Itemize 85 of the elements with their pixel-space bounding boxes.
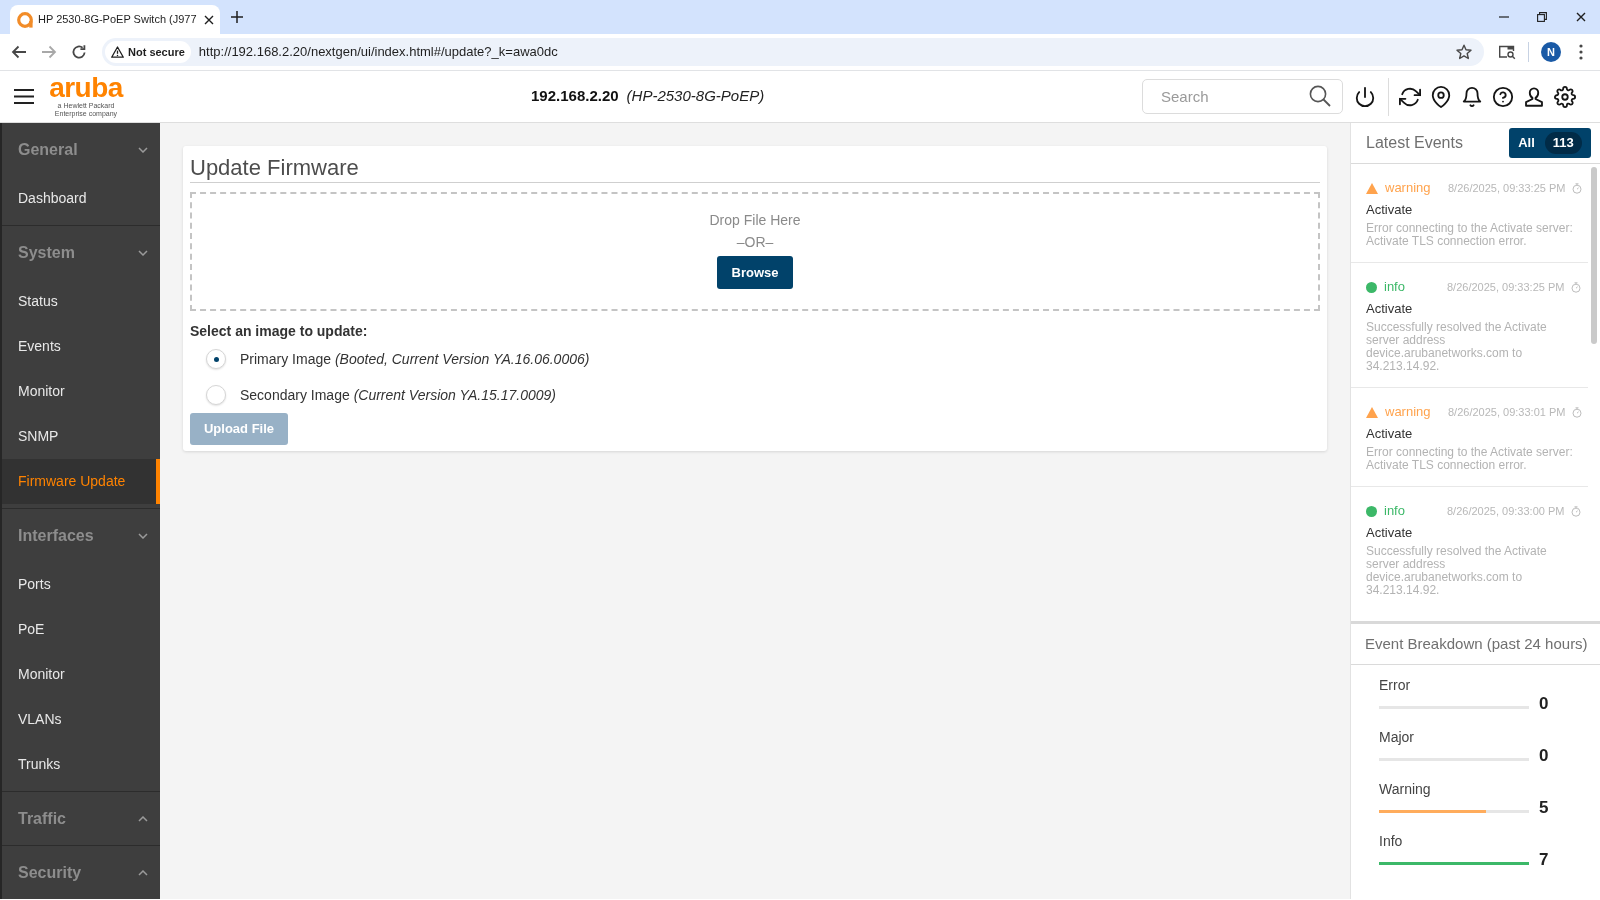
logo-wordmark: aruba xyxy=(49,75,123,100)
nav-item[interactable]: Monitor xyxy=(2,369,160,414)
ring-icon xyxy=(17,11,33,28)
event-message: Successfully resolved the Activate server address device.arubanetworks.com to 34.213.14.92. xyxy=(1366,545,1548,597)
event-time: 8/26/2025, 09:33:25 PM xyxy=(1448,180,1566,196)
settings-icon[interactable] xyxy=(1554,85,1576,108)
power-icon[interactable] xyxy=(1354,85,1376,108)
close-icon[interactable] xyxy=(204,14,214,25)
event-message: Error connecting to the Activate server: Activate TLS connection error. xyxy=(1366,446,1574,472)
drop-zone[interactable]: Drop File Here –OR– Browse xyxy=(190,192,1320,311)
count-badge: 113 xyxy=(1544,132,1582,154)
help-icon[interactable] xyxy=(1492,85,1514,108)
stopwatch-icon xyxy=(1572,182,1583,194)
device-model: (HP-2530-8G-PoEP) xyxy=(626,86,765,107)
stopwatch-icon xyxy=(1572,406,1583,418)
drop-prompt: Drop File Here xyxy=(709,211,801,230)
severity-label: info xyxy=(1384,278,1406,297)
breakdown-label: Major xyxy=(1379,728,1414,746)
breakdown-label: Warning xyxy=(1379,780,1431,798)
filter-button[interactable]: All 113 xyxy=(1509,128,1591,158)
panel-title: Event Breakdown (past 24 hours) xyxy=(1365,633,1588,654)
nav-item[interactable]: VLANs xyxy=(2,697,160,742)
menu-icon[interactable] xyxy=(14,89,34,104)
nav-item[interactable]: Status xyxy=(2,279,160,324)
device-address: 192.168.2.20 xyxy=(531,86,619,107)
event-time: 8/26/2025, 09:33:01 PM xyxy=(1448,404,1566,420)
severity-label: info xyxy=(1384,502,1406,521)
event-source: Activate xyxy=(1366,202,1413,218)
tab-title: HP 2530-8G-PoEP Switch (J977 xyxy=(38,12,198,28)
radio-button[interactable] xyxy=(206,385,226,405)
bell-icon[interactable] xyxy=(1461,85,1483,108)
nav-item[interactable]: Dashboard xyxy=(2,176,160,221)
close-icon[interactable] xyxy=(1576,12,1586,22)
card-title: Update Firmware xyxy=(190,154,359,182)
nav-item[interactable]: Trunks xyxy=(2,742,160,787)
nav-item[interactable]: PoE xyxy=(2,607,160,652)
radio-label[interactable]: Secondary Image (Current Version YA.15.17.0009) xyxy=(240,384,556,406)
radio-label[interactable]: Primary Image (Booted, Current Version YA.16.06.0006) xyxy=(240,348,590,370)
severity-label: warning xyxy=(1385,179,1432,198)
event-time: 8/26/2025, 09:33:25 PM xyxy=(1447,279,1565,295)
url-text: http://192.168.2.20/nextgen/ui/index.html#/update?_k=awa0dc xyxy=(198,43,558,62)
warning-icon xyxy=(111,46,124,58)
breakdown-label: Info xyxy=(1379,832,1403,850)
count-value: 0 xyxy=(1539,694,1549,714)
or-separator: –OR– xyxy=(736,233,774,252)
event-message: Successfully resolved the Activate server address device.arubanetworks.com to 34.213.14.92. xyxy=(1366,321,1548,373)
window-search-icon[interactable] xyxy=(1498,44,1516,60)
security-label: Not secure xyxy=(128,44,185,60)
restore-icon[interactable] xyxy=(1537,12,1547,22)
back-icon[interactable] xyxy=(11,44,27,60)
search-icon[interactable] xyxy=(1309,85,1331,107)
profile-avatar[interactable]: N xyxy=(1541,42,1561,62)
radio-button[interactable] xyxy=(206,349,226,369)
plus-icon[interactable] xyxy=(231,11,243,23)
menu-dots-icon[interactable] xyxy=(1579,44,1583,60)
panel-title: Latest Events xyxy=(1366,133,1463,153)
star-icon[interactable] xyxy=(1456,44,1472,60)
nav-item[interactable]: Ports xyxy=(2,562,160,607)
scrollbar[interactable] xyxy=(1591,167,1597,344)
nav-item[interactable]: Monitor xyxy=(2,652,160,697)
breakdown-label: Error xyxy=(1379,676,1411,694)
reload-icon[interactable] xyxy=(71,44,87,60)
select-label: Select an image to update: xyxy=(190,322,368,341)
severity-label: warning xyxy=(1385,403,1432,422)
location-pin-icon[interactable] xyxy=(1430,85,1452,108)
event-message: Error connecting to the Activate server: Activate TLS connection error. xyxy=(1366,222,1574,248)
stopwatch-icon xyxy=(1571,281,1582,293)
count-value: 5 xyxy=(1539,798,1549,818)
event-source: Activate xyxy=(1366,525,1413,541)
event-source: Activate xyxy=(1366,301,1413,317)
nav-item[interactable]: Events xyxy=(2,324,160,369)
search-field[interactable]: Search xyxy=(1142,79,1343,114)
event-time: 8/26/2025, 09:33:00 PM xyxy=(1447,503,1565,519)
user-icon[interactable] xyxy=(1523,85,1545,108)
address-bar[interactable]: Not secure http://192.168.2.20/nextgen/ui/index.html#/update?_k=awa0dc xyxy=(102,38,1484,66)
nav-item[interactable]: Firmware Update xyxy=(2,459,160,504)
count-value: 0 xyxy=(1539,746,1549,766)
refresh-icon[interactable] xyxy=(1399,85,1421,108)
event-source: Activate xyxy=(1366,426,1413,442)
nav-item[interactable]: SNMP xyxy=(2,414,160,459)
browser-tab[interactable]: HP 2530-8G-PoEP Switch (J977 xyxy=(10,5,220,34)
count-value: 7 xyxy=(1539,850,1549,870)
security-chip[interactable]: Not secure xyxy=(105,41,191,63)
stopwatch-icon xyxy=(1571,505,1582,517)
browse-button[interactable]: Browse xyxy=(717,256,793,289)
